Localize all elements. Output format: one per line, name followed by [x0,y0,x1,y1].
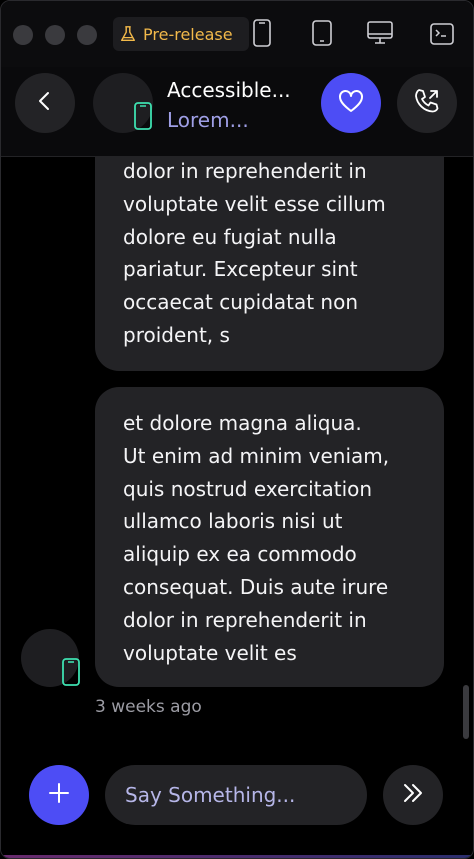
chat-header: Accessible... Lorem... [1,67,473,157]
desktop-icon[interactable] [363,15,397,51]
message-text: dolor in reprehenderit in voluptate veli… [123,159,386,347]
message-timestamp: 3 weeks ago [95,697,202,717]
call-button[interactable] [397,73,457,133]
window-bottom-edge [1,855,473,858]
contact-subtitle: Lorem... [167,108,249,132]
message-bubble: et dolore magna aliqua. Ut enim ad minim… [95,387,444,687]
heart-icon [337,88,365,118]
window-close-button[interactable] [13,25,33,45]
contact-avatar[interactable] [93,73,153,133]
prerelease-label: Pre-release [143,24,233,44]
window-minimize-button[interactable] [45,25,65,45]
prerelease-badge[interactable]: Pre-release [113,17,249,51]
app-window: Pre-release Accessible... Lorem... dolor… [0,0,474,859]
message-list[interactable]: dolor in reprehenderit in voluptate veli… [1,157,473,751]
phone-icon [61,657,81,691]
add-attachment-button[interactable] [29,765,89,825]
back-chevron-icon [35,89,55,117]
double-chevron-right-icon [400,781,426,809]
message-text: et dolore magna aliqua. Ut enim ad minim… [123,411,390,665]
sender-avatar[interactable] [21,629,80,687]
back-button[interactable] [15,73,75,133]
title-bar: Pre-release [1,1,473,67]
message-bubble: dolor in reprehenderit in voluptate veli… [95,157,444,371]
contact-info: Accessible... Lorem... [167,75,317,135]
contact-name: Accessible... [167,78,291,102]
composer [1,751,473,858]
plus-icon [47,781,71,809]
phone-call-icon [412,86,442,120]
favorite-button[interactable] [321,73,381,133]
message-input[interactable] [105,765,367,825]
message-input-wrapper [105,765,367,825]
terminal-icon[interactable] [425,17,459,51]
send-button[interactable] [383,765,443,825]
window-maximize-button[interactable] [77,25,97,45]
flask-icon [119,25,137,43]
phone-icon[interactable] [245,15,279,51]
phone-icon [133,101,153,135]
scrollbar[interactable] [463,685,469,739]
tablet-icon[interactable] [305,15,339,51]
